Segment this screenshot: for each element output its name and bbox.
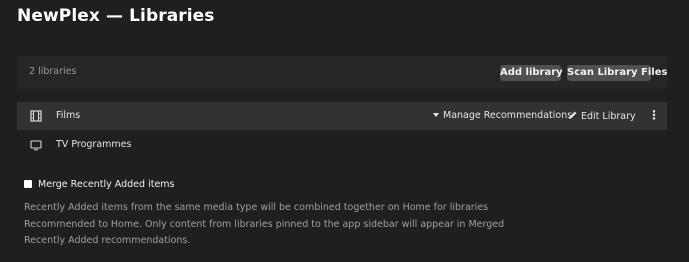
- library-name[interactable]: TV Programmes: [56, 139, 131, 150]
- edit-library-button[interactable]: Edit Library: [568, 110, 636, 122]
- add-library-button[interactable]: Add library: [500, 65, 563, 81]
- film-icon: [30, 110, 42, 122]
- library-name[interactable]: Films: [56, 110, 80, 121]
- merge-label[interactable]: Merge Recently Added items: [38, 179, 175, 190]
- merge-checkbox[interactable]: [24, 180, 32, 188]
- description-line: Recommended to Home. Only content from l…: [24, 218, 505, 230]
- libraries-page: NewPlex — Libraries 2 libraries Add libr…: [0, 0, 689, 262]
- edit-library-label: Edit Library: [581, 111, 636, 122]
- page-title: NewPlex — Libraries: [17, 6, 215, 26]
- description-line: Recently Added items from the same media…: [24, 202, 489, 213]
- merge-description: Recently Added items from the same media…: [24, 200, 505, 250]
- manage-recommendations-button[interactable]: Manage Recommendations: [433, 110, 572, 121]
- libraries-toolbar: 2 libraries Add library Scan Library Fil…: [17, 56, 667, 89]
- library-row-films[interactable]: Films Manage Recommendations Edit Librar…: [17, 102, 667, 130]
- description-line: Recently Added recommendations.: [24, 235, 191, 246]
- scan-library-files-button[interactable]: Scan Library Files: [567, 65, 667, 81]
- library-row-tv-programmes[interactable]: TV Programmes: [17, 131, 667, 159]
- more-options-button[interactable]: ⋮: [648, 108, 660, 122]
- library-count: 2 libraries: [29, 66, 77, 77]
- caret-down-icon: [433, 113, 439, 117]
- manage-recommendations-label: Manage Recommendations: [443, 110, 573, 121]
- pencil-icon: [569, 111, 577, 119]
- monitor-icon: [30, 140, 42, 151]
